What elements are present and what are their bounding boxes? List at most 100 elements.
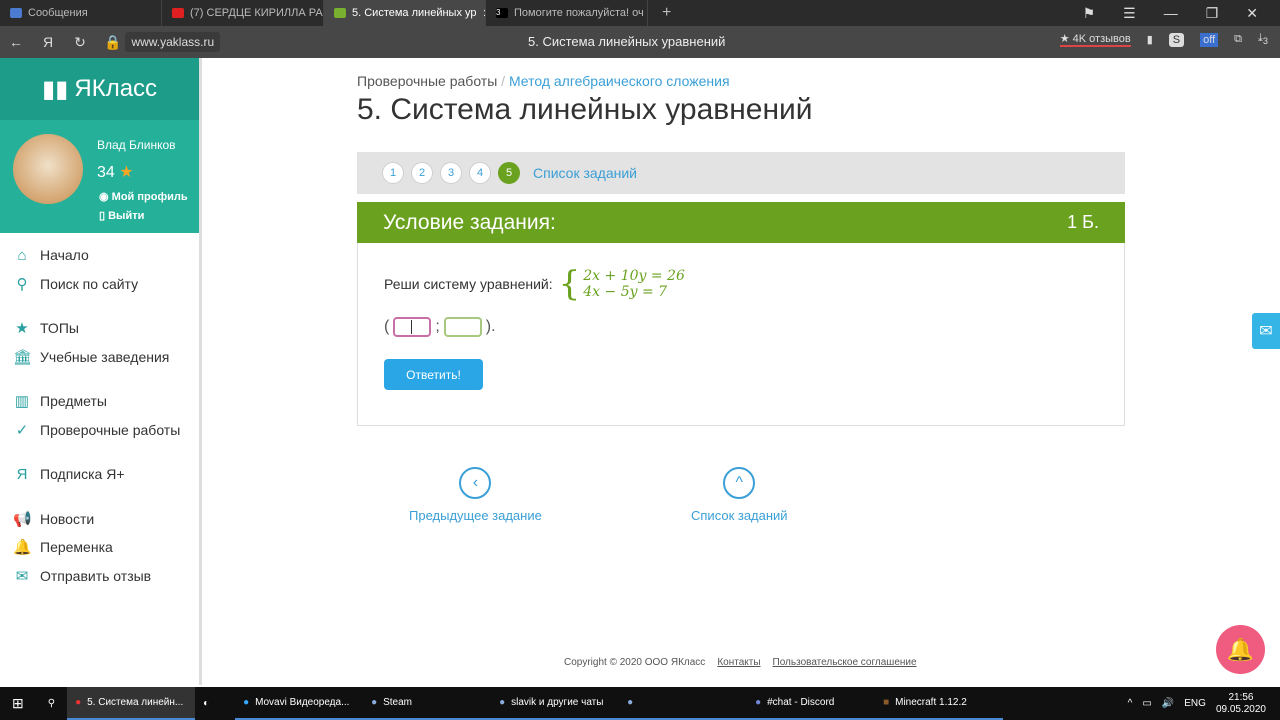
points-value: 34 xyxy=(97,164,115,181)
logo-text: ЯКласс xyxy=(74,75,158,102)
contacts-link[interactable]: Контакты xyxy=(717,657,760,668)
sidebar-item[interactable]: ⚲ Поиск по сайту xyxy=(0,270,199,299)
taskbar-app-icon[interactable]: ◐ xyxy=(195,687,235,720)
step-2[interactable]: 2 xyxy=(411,162,433,184)
sidebar-item-icon: ★ xyxy=(15,320,29,338)
extension-off-icon[interactable]: off xyxy=(1200,32,1219,47)
tab-yaklass[interactable]: 5. Система линейных ур✕ xyxy=(324,0,486,26)
skype-icon[interactable]: S xyxy=(1168,32,1185,47)
sidebar-item[interactable]: 📢 Новости xyxy=(0,505,199,534)
translate-icon[interactable]: ⧉ xyxy=(1234,33,1242,46)
my-profile-link[interactable]: ◉ Мой профиль xyxy=(99,190,188,203)
new-tab-button[interactable]: + xyxy=(648,4,671,22)
yandex-icon[interactable]: Я xyxy=(32,34,64,50)
sidebar-item-label: Переменка xyxy=(40,539,113,556)
back-icon[interactable]: ← xyxy=(0,34,32,50)
reload-icon[interactable]: ↻ xyxy=(64,34,96,51)
taskbar-movavi[interactable]: ● Movavi Видеореда... xyxy=(235,687,364,720)
discord-icon: ● xyxy=(755,697,762,708)
clock[interactable]: 21:56 09.05.2020 xyxy=(1216,692,1266,716)
sidebar-item-label: Предметы xyxy=(40,393,107,410)
sidebar-item-label: Новости xyxy=(40,510,95,527)
step-5[interactable]: 5 xyxy=(498,162,520,184)
step-3[interactable]: 3 xyxy=(440,162,462,184)
sidebar-item[interactable]: ✉ Отправить отзыв xyxy=(0,562,199,591)
movavi-icon: ● xyxy=(243,697,250,708)
tab-label: Помогите пожалуйста! оч xyxy=(514,7,644,19)
taskbar-minecraft[interactable]: ■ Minecraft 1.12.2 xyxy=(875,687,1004,720)
chevron-left-icon: ‹ xyxy=(459,467,492,499)
sidebar-item-icon: ⌂ xyxy=(17,246,27,264)
language-indicator[interactable]: ENG xyxy=(1184,698,1206,709)
equation-system: {2x + 10y = 26 4x − 5y = 7 xyxy=(558,264,685,304)
condition-header: Условие задания: 1 Б. xyxy=(357,202,1125,243)
breadcrumb-item[interactable]: Проверочные работы xyxy=(357,73,497,89)
taskbar-label: slavik и другие чаты xyxy=(511,697,604,708)
footer: Copyright © 2020 ООО ЯКласс Контакты Польз… xyxy=(564,657,917,668)
task-list-link[interactable]: Список заданий xyxy=(533,165,637,181)
taskbar-label: 5. Система линейн... xyxy=(87,697,184,708)
taskbar-yandex[interactable]: ● 5. Система линейн... xyxy=(67,687,196,720)
profile-panel: Влад Блинков 34 ★ ◉ Мой профиль ▯ Выйти xyxy=(0,120,199,233)
mail-icon[interactable]: ✉ xyxy=(1252,313,1280,349)
yaklass-icon xyxy=(334,8,346,18)
star-icon: ★ xyxy=(119,164,134,181)
sidebar-item[interactable]: ✓ Проверочные работы xyxy=(0,416,199,445)
bell-icon[interactable]: 🔔 xyxy=(1216,625,1265,674)
bookmarks-icon[interactable]: ⚑ xyxy=(1083,5,1096,22)
taskbar-steam-2[interactable]: ● xyxy=(619,687,748,720)
sidebar-item[interactable]: 🔔 Переменка xyxy=(0,533,199,562)
steam-icon: ● xyxy=(499,697,506,708)
chevron-up-icon[interactable]: ^ xyxy=(1128,698,1133,709)
prev-label: Предыдущее задание xyxy=(409,508,542,523)
sidebar-item[interactable]: ⌂ Начало xyxy=(0,241,199,270)
answer-y-input[interactable] xyxy=(443,317,482,337)
agreement-link[interactable]: Пользовательское соглашение xyxy=(773,657,917,668)
sidebar-item[interactable]: 🏛 Учебные заведения xyxy=(0,343,199,372)
sidebar-item[interactable]: ★ ТОПы xyxy=(0,314,199,343)
url-field[interactable]: www.yaklass.ru xyxy=(125,32,221,52)
task-list-button[interactable]: ^ Список заданий xyxy=(691,467,788,523)
page-title: 5. Система линейных уравнений xyxy=(357,93,813,126)
volume-icon[interactable]: 🔊 xyxy=(1162,698,1174,709)
tab-znanija[interactable]: 3 Помогите пожалуйста! оч xyxy=(486,0,648,26)
list-label: Список заданий xyxy=(691,508,788,523)
minimize-icon[interactable]: — xyxy=(1164,5,1178,22)
taskbar-label: Steam xyxy=(383,697,413,708)
avatar[interactable] xyxy=(13,134,83,204)
sidebar-item[interactable]: ▥ Предметы xyxy=(0,387,199,416)
step-1[interactable]: 1 xyxy=(382,162,404,184)
date: 09.05.2020 xyxy=(1215,703,1266,715)
search-icon[interactable]: ⚲ xyxy=(36,687,67,720)
tab-youtube[interactable]: (7) СЕРДЦЕ КИРИЛЛА РАЗ xyxy=(162,0,324,26)
address-bar: ← Я ↻ 🔒 www.yaklass.ru 5. Система линейн… xyxy=(0,26,1280,58)
taskbar-steam[interactable]: ● Steam xyxy=(363,687,492,720)
menu-icon[interactable]: ☰ xyxy=(1123,5,1136,22)
close-window-icon[interactable]: ✕ xyxy=(1246,5,1258,22)
logo[interactable]: ▮▮ ЯКласс xyxy=(0,58,199,120)
downloads-icon[interactable]: ⤓3 xyxy=(1258,32,1268,46)
tab-messages[interactable]: Сообщения xyxy=(0,0,162,26)
lock-icon: 🔒 xyxy=(104,33,122,50)
time: 21:56 xyxy=(1228,691,1254,703)
restore-icon[interactable]: ❐ xyxy=(1206,5,1219,22)
submit-button[interactable]: Ответить! xyxy=(384,359,483,390)
logout-link[interactable]: ▯ Выйти xyxy=(99,209,144,222)
bookmark-icon[interactable]: ▮ xyxy=(1147,33,1153,46)
youtube-icon xyxy=(172,8,184,18)
start-icon[interactable]: ⊞ xyxy=(0,687,36,720)
task-card: Реши систему уравнений: {2x + 10y = 26 4x… xyxy=(357,243,1125,426)
prev-task-button[interactable]: ‹ Предыдущее задание xyxy=(409,467,542,523)
step-4[interactable]: 4 xyxy=(469,162,491,184)
equation-2: 4x − 5y = 7 xyxy=(583,284,668,300)
taskbar-steam-chat[interactable]: ● slavik и другие чаты xyxy=(491,687,620,720)
sidebar-item-icon: ▥ xyxy=(14,393,30,411)
network-icon[interactable]: ▭ xyxy=(1142,698,1151,709)
condition-title: Условие задания: xyxy=(383,210,556,234)
sidebar-item[interactable]: Я Подписка Я+ xyxy=(0,460,199,489)
breadcrumb-link[interactable]: Метод алгебраического сложения xyxy=(509,73,730,89)
equation-1: 2x + 10y = 26 xyxy=(583,268,685,284)
answer-x-input[interactable] xyxy=(393,317,432,337)
taskbar-discord[interactable]: ● #chat - Discord xyxy=(747,687,876,720)
reviews-button[interactable]: ★ 4K отзывов xyxy=(1059,32,1131,47)
